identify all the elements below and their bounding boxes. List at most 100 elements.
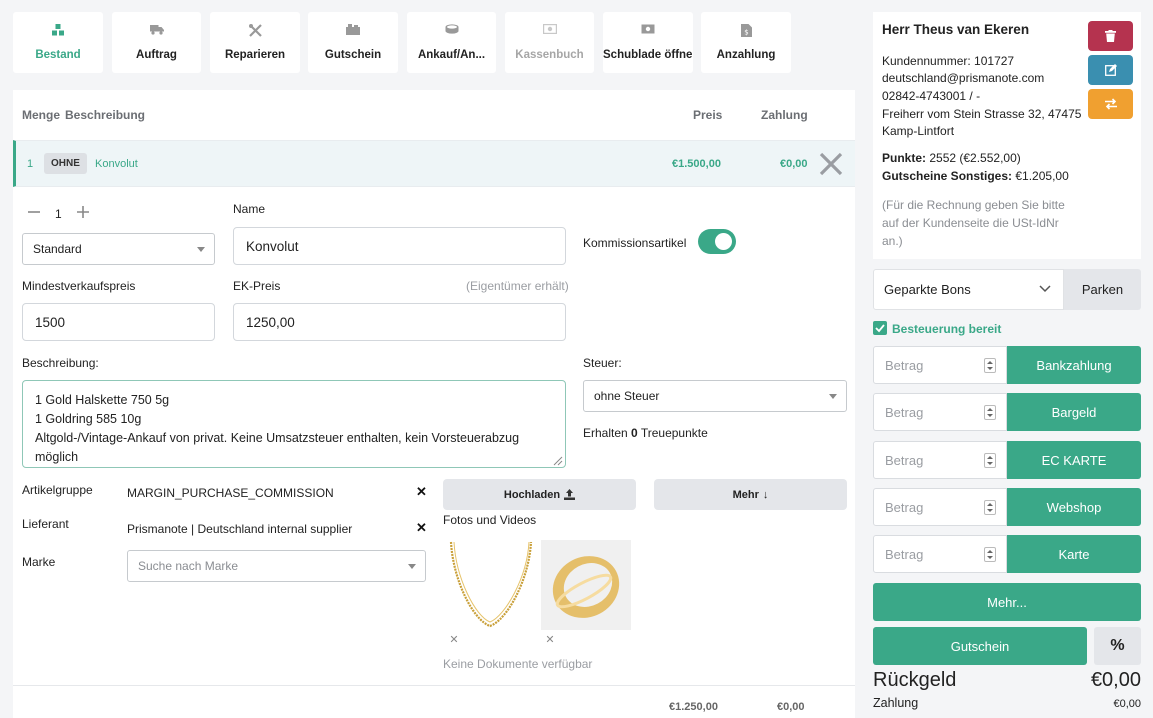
loyalty-points-text: Erhalten 0 Treuepunkte (583, 426, 708, 440)
toolbar-kassenbuch[interactable]: Kassenbuch (505, 12, 594, 73)
chevron-down-icon (1039, 285, 1051, 293)
remove-photo-icon[interactable]: ✕ (444, 630, 464, 650)
lieferant-value[interactable]: Prismanote | Deutschland internal suppli… (127, 522, 352, 536)
voucher-button[interactable]: Gutschein (873, 627, 1087, 665)
header-preis: Preis (693, 108, 723, 122)
row-payment: €0,00 (780, 158, 808, 170)
row-name: Konvolut (95, 158, 138, 170)
photo-ring[interactable] (541, 540, 631, 630)
description-line: 1 Goldring 585 10g (35, 412, 142, 426)
ek-price-label: EK-Preis (233, 279, 281, 293)
toolbar-bestand[interactable]: Bestand (13, 12, 103, 73)
artikelgruppe-label: Artikelgruppe (22, 483, 93, 497)
footer-divider (13, 685, 855, 686)
toggle-knob (715, 233, 732, 250)
gift-icon (308, 24, 398, 35)
bargeld-button[interactable]: Bargeld (1007, 393, 1141, 431)
description-textarea[interactable]: 1 Gold Halskette 750 5g 1 Goldring 585 1… (22, 380, 566, 468)
more-button[interactable]: Mehr ↓ (654, 479, 847, 510)
description-line: 1 Gold Halskette 750 5g (35, 393, 170, 407)
toolbar-auftrag[interactable]: Auftrag (112, 12, 201, 73)
min-price-input[interactable]: 1500 (22, 303, 215, 341)
toolbar-label: Auftrag (136, 49, 177, 61)
bargeld-amount-input[interactable]: Betrag (873, 393, 1007, 431)
toolbar-anzahlung[interactable]: $ Anzahlung (701, 12, 791, 73)
customer-vouchers: Gutscheine Sonstiges: €1.205,00 (882, 169, 1069, 183)
clear-lieferant-icon[interactable]: ✕ (416, 520, 427, 536)
change-value: €0,00 (1090, 669, 1141, 691)
discount-button[interactable]: % (1094, 627, 1141, 665)
footer-payment: €0,00 (777, 701, 805, 713)
kommission-label: Kommissionsartikel (583, 236, 687, 250)
toolbar-ankauf[interactable]: Ankauf/An... (407, 12, 496, 73)
parked-bons-value: Geparkte Bons (884, 282, 971, 297)
change-label: Rückgeld (873, 669, 957, 691)
name-input[interactable]: Konvolut (233, 227, 566, 265)
upload-icon (564, 489, 576, 500)
footer-price: €1.250,00 (669, 701, 718, 713)
customer-email: deutschland@prismanote.com (882, 71, 1045, 85)
ek-price-hint: (Eigentümer erhält) (466, 279, 569, 293)
artikelgruppe-value[interactable]: MARGIN_PURCHASE_COMMISSION (127, 486, 334, 500)
bankzahlung-amount-input[interactable]: Betrag (873, 346, 1007, 384)
chevron-down-icon (408, 564, 416, 569)
remove-row-icon[interactable] (817, 150, 845, 178)
vat-note: auf der Kundenseite die USt-IdNr (882, 216, 1059, 230)
ec-karte-amount-input[interactable]: Betrag (873, 441, 1007, 479)
cash-icon (505, 24, 594, 34)
spinner-icon (984, 547, 996, 562)
more-payments-button[interactable]: Mehr... (873, 583, 1141, 621)
header-zahlung: Zahlung (761, 108, 808, 122)
kommission-toggle[interactable] (698, 229, 736, 254)
webshop-button[interactable]: Webshop (1007, 488, 1141, 526)
tax-select[interactable]: ohne Steuer (583, 380, 847, 412)
bankzahlung-button[interactable]: Bankzahlung (1007, 346, 1141, 384)
quantity-plus-button[interactable] (74, 203, 92, 221)
toolbar-label: Kassenbuch (515, 49, 584, 61)
toolbar-label: Anzahlung (716, 49, 776, 61)
gold-bar-icon (407, 24, 496, 34)
swap-customer-button[interactable] (1088, 89, 1133, 119)
tax-ready-checkbox[interactable] (873, 321, 887, 335)
edit-customer-button[interactable] (1088, 55, 1133, 85)
parked-bons-select[interactable]: Geparkte Bons (873, 269, 1064, 310)
customer-number: Kundennummer: 101727 (882, 54, 1015, 68)
toolbar-schublade[interactable]: Schublade öffnen (603, 12, 693, 73)
karte-amount-input[interactable]: Betrag (873, 535, 1007, 573)
edit-icon (1104, 64, 1117, 76)
webshop-amount-input[interactable]: Betrag (873, 488, 1007, 526)
customer-name: Herr Theus van Ekeren (882, 22, 1030, 37)
upload-button[interactable]: Hochladen (443, 479, 636, 510)
cash-drawer-icon (603, 24, 693, 34)
toolbar-label: Reparieren (224, 49, 286, 61)
resize-handle-icon[interactable] (551, 453, 563, 466)
tax-label: Steuer: (583, 356, 622, 370)
toolbar-label: Ankauf/An... (417, 49, 486, 61)
tax-value: ohne Steuer (594, 389, 660, 403)
toolbar-label: Schublade öffnen (603, 49, 693, 61)
park-button[interactable]: Parken (1064, 269, 1141, 310)
karte-button[interactable]: Karte (1007, 535, 1141, 573)
tools-icon (210, 24, 300, 37)
toolbar-label: Bestand (35, 49, 81, 61)
ec-karte-button[interactable]: EC KARTE (1007, 441, 1141, 479)
description-line: Altgold-/Vintage-Ankauf von privat. Kein… (35, 431, 520, 445)
remove-photo-icon[interactable]: ✕ (540, 630, 560, 650)
min-price-label: Mindestverkaufspreis (22, 279, 136, 293)
toolbar-gutschein[interactable]: Gutschein (308, 12, 398, 73)
toolbar-reparieren[interactable]: Reparieren (210, 12, 300, 73)
marke-select[interactable]: Suche nach Marke (127, 550, 426, 582)
delete-customer-button[interactable] (1088, 21, 1133, 51)
ek-price-input[interactable]: 1250,00 (233, 303, 566, 341)
payment-total-value: €0,00 (1113, 698, 1141, 710)
media-label: Fotos und Videos (443, 513, 537, 527)
clear-artikelgruppe-icon[interactable]: ✕ (416, 484, 427, 500)
photo-necklace[interactable] (443, 540, 536, 630)
min-price-value: 1500 (35, 314, 66, 330)
spinner-icon (984, 405, 996, 420)
quantity-value[interactable]: 1 (55, 207, 62, 221)
table-row[interactable]: 1 OHNE Konvolut €1.500,00 €0,00 (13, 140, 855, 187)
quantity-minus-button[interactable] (25, 203, 43, 221)
marke-label: Marke (22, 555, 56, 569)
article-type-select[interactable]: Standard (22, 233, 215, 265)
